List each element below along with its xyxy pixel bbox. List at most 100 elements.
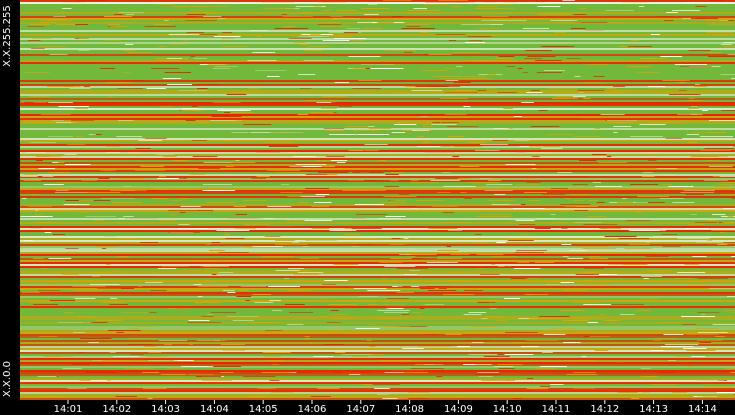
heatmap-cell (727, 216, 734, 217)
heatmap-cell (524, 58, 542, 59)
heatmap-cell (452, 52, 482, 53)
x-tick-label: 14:10 (493, 404, 522, 415)
heatmap-cell (455, 66, 463, 67)
heatmap-cell (574, 76, 581, 77)
heatmap-cell (261, 256, 294, 257)
heatmap-cell (527, 56, 556, 57)
heatmap-cell (145, 282, 163, 283)
heatmap-cell (205, 244, 211, 245)
heatmap-cell (144, 26, 176, 27)
heatmap-cell (628, 230, 660, 231)
heatmap-cell (77, 316, 92, 317)
heatmap-cell (323, 344, 344, 345)
heatmap-cell (334, 38, 367, 39)
heatmap-cell (243, 224, 270, 225)
heatmap-cell (726, 266, 735, 267)
heatmap-cell (128, 344, 154, 345)
heatmap-cell (116, 332, 124, 333)
heatmap-cell (560, 282, 574, 283)
heatmap-cell (592, 182, 602, 183)
heatmap-cell (140, 166, 164, 167)
heatmap-cell (539, 316, 570, 317)
heatmap-cell (147, 360, 178, 361)
heatmap-cell (370, 68, 404, 69)
heatmap-cell (336, 168, 364, 169)
heatmap-row (20, 140, 735, 142)
heatmap-cell (693, 274, 718, 275)
heatmap-cell (172, 160, 188, 161)
heatmap-cell (412, 394, 423, 395)
heatmap-cell (101, 360, 134, 361)
heatmap-row (20, 272, 735, 274)
heatmap-cell (530, 90, 540, 91)
heatmap-cell (57, 322, 91, 323)
heatmap-cell (524, 192, 547, 193)
heatmap-row (20, 156, 735, 158)
heatmap-cell (118, 178, 145, 179)
heatmap-cell (727, 296, 735, 297)
heatmap-cell (157, 268, 177, 269)
heatmap-cell (201, 380, 233, 381)
heatmap-cell (264, 356, 282, 357)
heatmap-cell (195, 376, 222, 377)
heatmap-cell (297, 202, 308, 203)
heatmap-cell (653, 340, 662, 341)
heatmap-cell (444, 68, 457, 69)
heatmap-cell (519, 18, 553, 19)
heatmap-cell (450, 188, 467, 189)
heatmap-cell (356, 244, 390, 245)
heatmap-cell (663, 334, 684, 335)
heatmap-cell (20, 176, 38, 177)
heatmap-cell (210, 312, 236, 313)
heatmap-cell (150, 18, 174, 19)
heatmap-cell (526, 178, 533, 179)
heatmap-cell (113, 270, 118, 271)
heatmap-cell (247, 60, 277, 61)
heatmap-cell (358, 134, 389, 135)
heatmap-cell (605, 320, 619, 321)
heatmap-cell (87, 272, 113, 273)
heatmap-cell (656, 178, 689, 179)
heatmap-cell (305, 188, 329, 189)
heatmap-cell (475, 150, 500, 151)
heatmap-cell (225, 86, 258, 87)
heatmap-row (20, 168, 735, 170)
heatmap-cell (689, 224, 705, 225)
heatmap-cell (681, 316, 715, 317)
heatmap-cell (401, 28, 435, 29)
heatmap-cell (451, 90, 475, 91)
heatmap-cell (422, 142, 430, 143)
heatmap-cell (142, 372, 159, 373)
heatmap-row (20, 34, 735, 36)
heatmap-figure: X.X.255.255 X.X.0.0 14:01 14:02 14:03 14:04… (0, 0, 735, 415)
heatmap-cell (479, 178, 492, 179)
heatmap-cell (477, 216, 511, 217)
heatmap-cell (545, 46, 575, 47)
heatmap-cell (123, 186, 132, 187)
heatmap-cell (725, 368, 735, 369)
heatmap-cell (510, 342, 528, 343)
heatmap-cell (488, 180, 502, 181)
heatmap-cell (187, 164, 216, 165)
heatmap-cell (201, 316, 214, 317)
heatmap-cell (542, 194, 566, 195)
heatmap-cell (248, 322, 279, 323)
heatmap-cell (37, 376, 57, 377)
heatmap-cell (72, 286, 106, 287)
heatmap-cell (420, 28, 428, 29)
heatmap-cell (571, 28, 586, 29)
heatmap-cell (695, 84, 700, 85)
heatmap-cell (265, 142, 294, 143)
heatmap-cell (67, 388, 87, 389)
heatmap-cell (535, 60, 562, 61)
heatmap-cell (123, 50, 135, 51)
heatmap-cell (383, 312, 409, 313)
heatmap-row (20, 146, 735, 148)
heatmap-cell (680, 192, 715, 193)
heatmap-cell (444, 114, 467, 115)
heatmap-cell (154, 24, 171, 25)
heatmap-cell (166, 290, 201, 291)
heatmap-cell (724, 46, 735, 47)
heatmap-cell (366, 190, 386, 191)
heatmap-cell (505, 164, 536, 165)
